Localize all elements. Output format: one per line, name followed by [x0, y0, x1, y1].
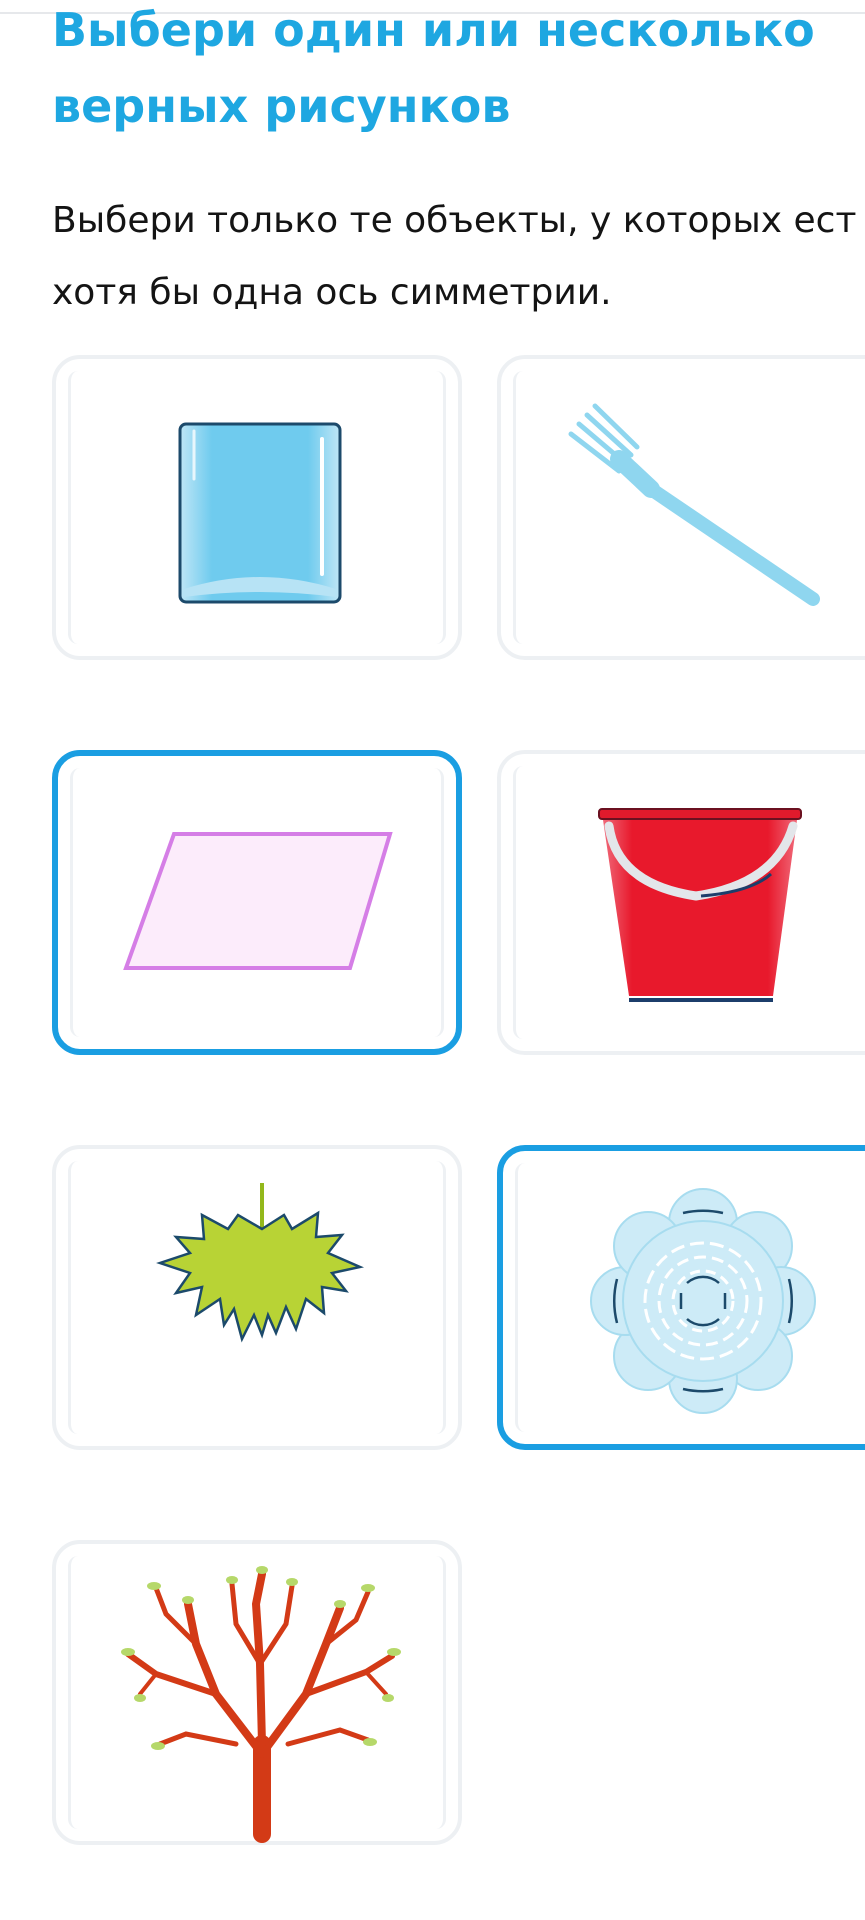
option-card-fork[interactable]: [497, 355, 865, 660]
fork-icon: [568, 403, 820, 606]
glass-of-water-icon: [178, 422, 342, 604]
option-card-bucket[interactable]: [497, 750, 865, 1055]
option-card-glass[interactable]: [52, 355, 462, 660]
option-card-tree[interactable]: [52, 1540, 462, 1845]
page-title: Выбери один или несколько верных рисунко…: [52, 0, 852, 144]
bucket-icon: [598, 808, 802, 1002]
title-line-2: верных рисунков: [52, 79, 511, 133]
option-card-maple-leaf[interactable]: [52, 1145, 462, 1450]
maple-leaf-icon: [156, 1183, 365, 1343]
instruction-line-2: хотя бы одна ось симметрии.: [52, 272, 612, 313]
tree-icon: [121, 1566, 401, 1843]
round-dish-icon: [590, 1188, 816, 1414]
title-line-1: Выбери один или несколько: [52, 3, 815, 57]
option-card-parallelogram[interactable]: [52, 750, 462, 1055]
option-card-round-dish[interactable]: [497, 1145, 865, 1450]
instruction-text: Выбери только те объекты, у которых ест …: [52, 185, 865, 329]
parallelogram-icon: [123, 832, 393, 970]
instruction-line-1: Выбери только те объекты, у которых ест: [52, 200, 857, 241]
